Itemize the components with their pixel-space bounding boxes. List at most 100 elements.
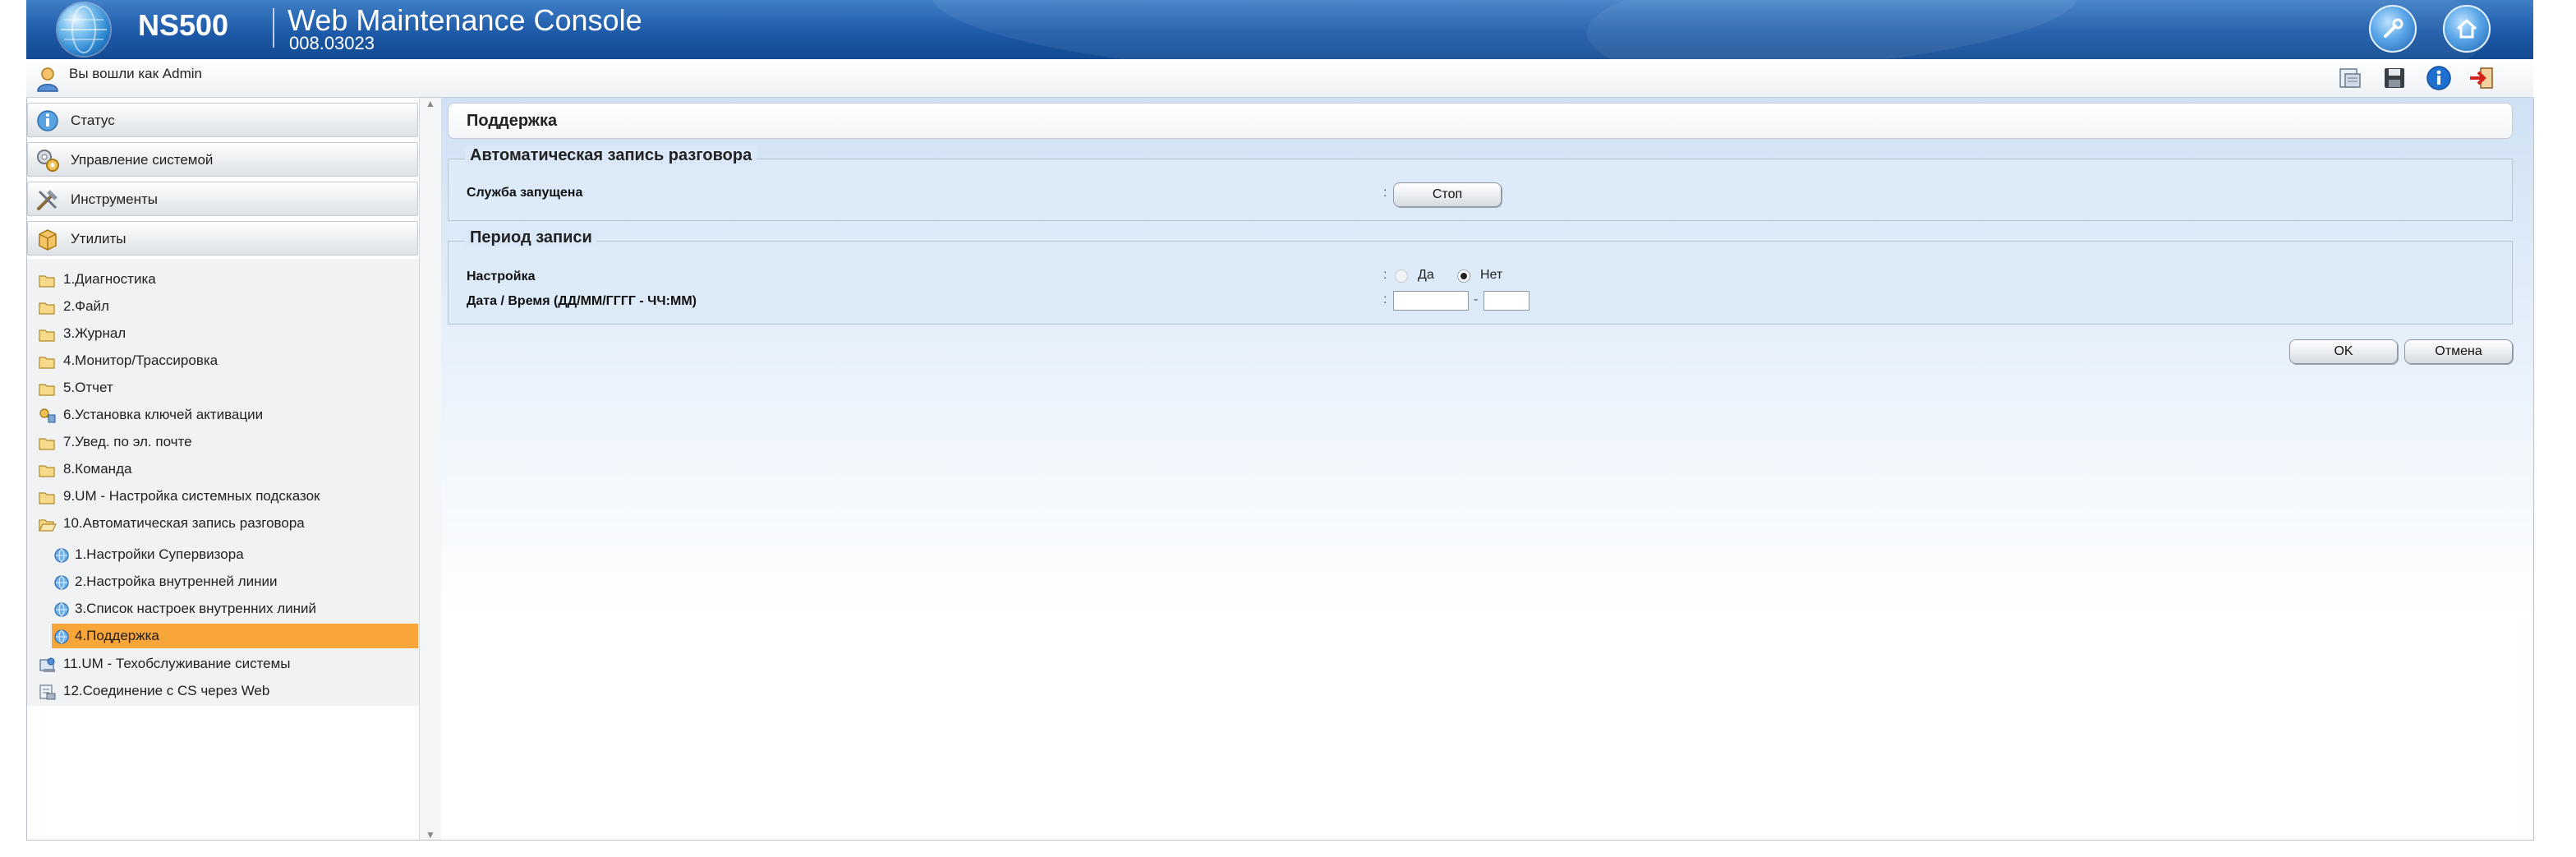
tree-item-label: 1.Настройки Супервизора [75,546,244,562]
time-input[interactable] [1484,291,1530,311]
setting-label: Настройка [467,270,536,283]
tree-item-label: 3.Список настроек внутренних линий [75,601,317,616]
tree-subitem-extension-list[interactable]: 3.Список настроек внутренних линий [52,597,418,621]
tools-icon [34,187,61,213]
sidebar-scrollbar[interactable]: ▲ ▼ [419,98,442,841]
tree-item-label: 6.Установка ключей активации [63,407,264,422]
nav-category-label: Инструменты [71,191,159,207]
file-transfer-icon[interactable] [2336,64,2364,92]
radio-no-label: Нет [1480,268,1503,282]
logout-icon[interactable] [2468,64,2496,92]
sidebar: Статус Управление системой Инструменты У… [26,98,420,841]
folder-icon [39,462,55,477]
info-icon[interactable] [2425,64,2453,92]
tree-item-label: 9.UM - Настройка системных подсказок [63,488,320,504]
nav-category-utilities[interactable]: Утилиты [27,221,418,256]
colon: : [1383,293,1387,306]
folder-icon [39,326,55,342]
tree-item-label: 12.Соединение с CS через Web [63,683,270,698]
tree-item-um-maintenance[interactable]: 11.UM - Техобслуживание системы [27,652,418,676]
maintenance-icon [39,657,55,672]
frame-border [26,840,2534,841]
nav-category-label: Статус [71,113,115,128]
scroll-down-icon[interactable]: ▼ [420,829,441,841]
nav-category-system-control[interactable]: Управление системой [27,142,418,177]
tree-item-label: 5.Отчет [63,380,113,395]
tree-subitem-supervisor[interactable]: 1.Настройки Супервизора [52,542,418,567]
date-input[interactable] [1393,291,1469,311]
tree-item-label: 8.Команда [63,461,132,477]
section-legend: Период записи [465,228,597,247]
ok-button[interactable]: OK [2289,339,2398,364]
logged-in-text: Вы вошли как Admin [69,66,202,81]
recording-period-section: Период записи Настройка : Да Нет Дата / … [448,228,2513,325]
folder-icon [39,299,55,315]
folder-icon [39,489,55,505]
utilities-icon [34,226,61,252]
datetime-separator: - [1474,293,1479,306]
globe-page-icon [53,574,70,590]
tree-item-diagnostics[interactable]: 1.Диагностика [27,267,418,292]
version-label: 008.03023 [289,33,375,53]
tree-item-label: 4.Монитор/Трассировка [63,352,218,368]
save-icon[interactable] [2380,64,2408,92]
tree-item-file[interactable]: 2.Файл [27,294,418,319]
radio-yes[interactable] [1395,270,1408,283]
tree-item-label: 2.Файл [63,298,109,314]
nav-category-status[interactable]: Статус [27,103,418,137]
model-name: NS500 [138,8,229,42]
tree-item-report[interactable]: 5.Отчет [27,376,418,400]
tree-item-um-prompts[interactable]: 9.UM - Настройка системных подсказок [27,484,418,509]
folder-icon [39,353,55,369]
tree-item-label: 3.Журнал [63,325,126,341]
tree-item-cs-web-connection[interactable]: 12.Соединение с CS через Web [27,679,418,703]
tree-item-label: 1.Диагностика [63,271,156,287]
radio-no[interactable] [1457,270,1470,283]
tree-item-auto-recording[interactable]: 10.Автоматическая запись разговора [27,511,418,536]
folder-open-icon [39,516,57,532]
radio-yes-label: Да [1418,268,1434,282]
status-icon [34,108,61,134]
nav-category-label: Управление системой [71,152,214,168]
tree-item-label: 4.Поддержка [75,628,159,643]
page-title-bar: Поддержка [448,103,2513,139]
tree-item-label: 10.Автоматическая запись разговора [63,515,305,531]
home-icon[interactable] [2443,5,2491,53]
stop-button[interactable]: Стоп [1393,182,1502,207]
tree-item-log[interactable]: 3.Журнал [27,321,418,346]
key-icon [39,408,56,423]
tree-item-activation-keys[interactable]: 6.Установка ключей активации [27,403,418,427]
globe-page-icon [53,547,70,563]
main-content: Поддержка Автоматическая запись разговор… [441,98,2534,841]
globe-logo-icon [58,3,110,56]
header-decoration [1587,0,2491,59]
tree-item-command[interactable]: 8.Команда [27,457,418,481]
datetime-label: Дата / Время (ДД/ММ/ГГГГ - ЧЧ:ММ) [467,294,697,308]
user-icon [36,66,59,92]
scroll-up-icon[interactable]: ▲ [420,98,441,109]
globe-page-icon [53,629,70,644]
tree-subitem-extension-settings[interactable]: 2.Настройка внутренней линии [52,569,418,594]
section-legend: Автоматическая запись разговора [465,146,757,165]
app-header: NS500 Web Maintenance Console 008.03023 [26,0,2533,59]
folder-icon [39,435,55,450]
page-title: Поддержка [467,112,558,130]
tree-item-email-notification[interactable]: 7.Увед. по эл. почте [27,430,418,454]
folder-icon [39,272,55,288]
utilities-tree: 1.Диагностика 2.Файл 3.Журнал 4.Монитор/… [27,259,420,706]
tree-subitem-maintenance-selected[interactable]: 4.Поддержка [52,624,418,648]
tree-item-label: 2.Настройка внутренней линии [75,574,278,589]
web-connection-icon [39,684,56,700]
wrench-icon[interactable] [2369,5,2417,53]
nav-category-tools[interactable]: Инструменты [27,182,418,216]
header-divider [273,8,274,48]
tree-item-label: 7.Увед. по эл. почте [63,434,192,449]
service-running-label: Служба запущена [467,186,583,200]
tree-item-monitor-trace[interactable]: 4.Монитор/Трассировка [27,348,418,373]
auto-recording-section: Автоматическая запись разговора Служба з… [448,146,2513,221]
tree-item-label: 11.UM - Техобслуживание системы [63,656,291,671]
colon: : [1383,268,1387,282]
cancel-button[interactable]: Отмена [2404,339,2513,364]
system-control-icon [34,147,61,173]
folder-icon [39,380,55,396]
